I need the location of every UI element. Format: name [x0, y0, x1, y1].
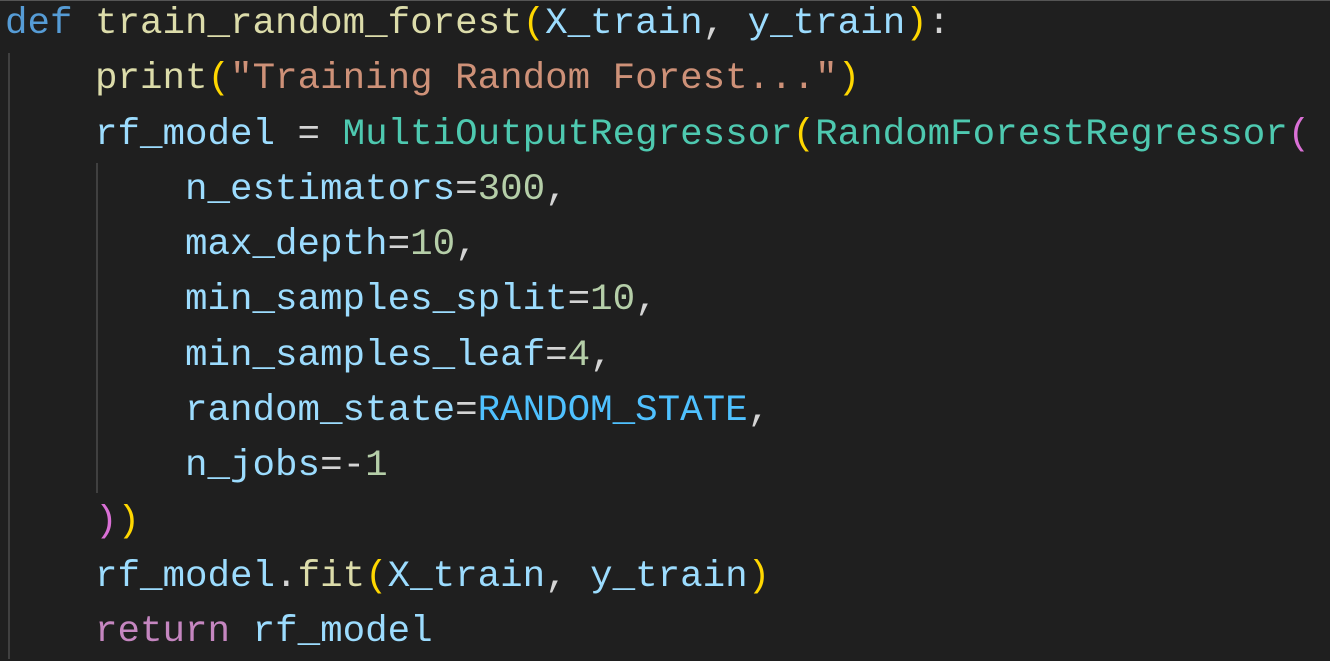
code-token: .: [275, 555, 298, 598]
code-token: ,: [747, 390, 771, 433]
code-line: return rf_model: [5, 605, 1310, 660]
code-token: =: [545, 334, 568, 377]
code-token: (: [792, 113, 816, 156]
code-token: MultiOutputRegressor: [342, 113, 793, 156]
code-token: rf_model: [252, 611, 433, 654]
code-token: =: [275, 113, 343, 156]
code-token: min_samples_leaf: [185, 334, 546, 377]
code-token: ): [905, 3, 928, 45]
code-line: rf_model = MultiOutputRegressor(RandomFo…: [5, 108, 1310, 163]
code-line: max_depth=10,: [5, 218, 1310, 273]
code-token: ): [117, 500, 141, 543]
code-token: 4: [567, 334, 591, 377]
code-token: ,: [590, 334, 613, 377]
code-line: n_estimators=300,: [5, 163, 1310, 218]
code-token: max_depth: [185, 224, 388, 267]
code-token: ): [95, 500, 118, 543]
code-token: :: [927, 3, 951, 45]
code-token: 1: [365, 445, 388, 488]
code-token: RANDOM_STATE: [477, 390, 748, 433]
code-token: rf_model: [95, 555, 276, 598]
code-token: ,: [545, 168, 568, 211]
code-token: 10: [590, 279, 636, 322]
code-line: def train_random_forest(X_train, y_train…: [5, 0, 1310, 52]
code-line: )): [5, 495, 1310, 550]
code-token: RandomForestRegressor: [815, 113, 1288, 156]
code-token: =: [455, 168, 478, 211]
code-token: =-: [320, 445, 366, 488]
code-token: (: [207, 58, 231, 101]
code-token: train_random_forest: [95, 3, 523, 45]
code-token: (: [1287, 113, 1311, 156]
code-editor[interactable]: def train_random_forest(X_train, y_train…: [5, 0, 1310, 661]
code-token: ,: [635, 279, 658, 322]
code-token: "Training Random Forest...": [230, 58, 838, 101]
code-token: (: [522, 3, 546, 45]
code-token: ): [747, 555, 771, 598]
code-token: ,: [702, 3, 748, 45]
code-token: n_estimators: [185, 168, 456, 211]
code-token: 300: [477, 168, 546, 211]
code-token: (: [365, 555, 388, 598]
code-token: ,: [545, 555, 591, 598]
code-token: =: [567, 279, 591, 322]
code-token: 10: [410, 224, 456, 267]
code-token: print: [95, 58, 208, 101]
code-token: random_state: [185, 390, 456, 433]
code-token: min_samples_split: [185, 279, 568, 322]
code-line: rf_model.fit(X_train, y_train): [5, 550, 1310, 605]
code-token: def: [5, 3, 73, 45]
code-token: rf_model: [95, 113, 276, 156]
code-line: print("Training Random Forest..."): [5, 52, 1310, 107]
code-token: ,: [455, 224, 478, 267]
code-token: n_jobs: [185, 445, 321, 488]
code-token: y_train: [747, 3, 906, 45]
code-token: X_train: [387, 555, 546, 598]
code-line: min_samples_split=10,: [5, 273, 1310, 328]
code-line: min_samples_leaf=4,: [5, 329, 1310, 384]
code-token: y_train: [590, 555, 748, 598]
code-token: =: [455, 390, 478, 433]
code-token: X_train: [545, 3, 703, 45]
code-line: n_jobs=-1: [5, 439, 1310, 494]
code-token: fit: [297, 555, 366, 598]
code-token: =: [387, 224, 411, 267]
code-token: return: [95, 611, 231, 654]
code-line: random_state=RANDOM_STATE,: [5, 384, 1310, 439]
code-token: ): [837, 58, 861, 101]
